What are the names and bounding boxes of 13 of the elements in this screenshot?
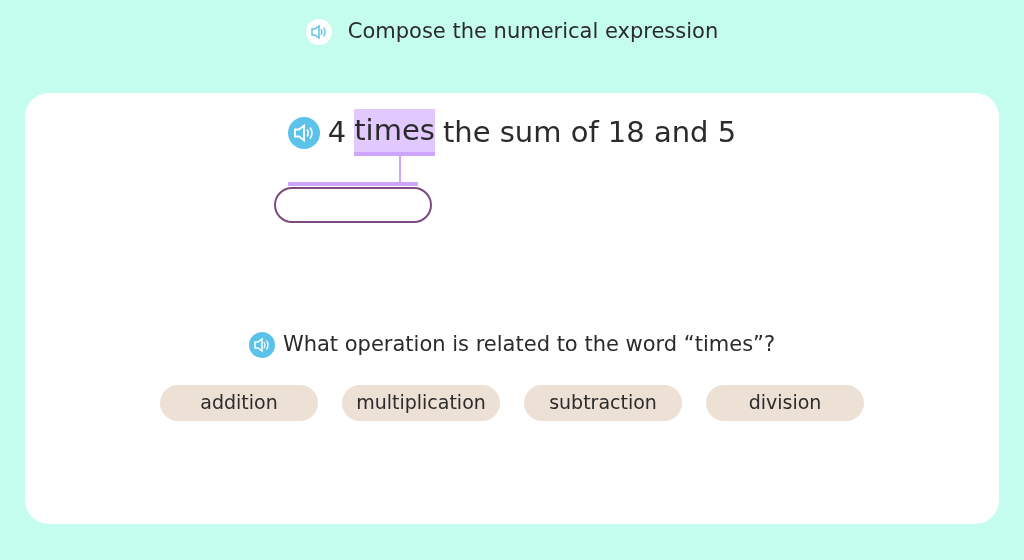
option-button[interactable]: division [706, 384, 864, 421]
highlighted-word: times [354, 109, 435, 156]
option-button[interactable]: multiplication [342, 384, 500, 421]
instruction-title: Compose the numerical expression [347, 18, 719, 45]
option-button[interactable]: addition [160, 384, 318, 421]
speaker-icon[interactable] [287, 116, 320, 149]
speaker-icon[interactable] [248, 331, 275, 358]
option-button[interactable]: subtraction [524, 384, 682, 421]
expression-text: the sum of 18 and 5 [442, 114, 737, 151]
question-text: What operation is related to the word “times”? [282, 331, 776, 358]
speaker-icon[interactable] [305, 18, 332, 45]
answer-field[interactable] [273, 187, 432, 223]
expression-text: 4 [327, 114, 347, 151]
